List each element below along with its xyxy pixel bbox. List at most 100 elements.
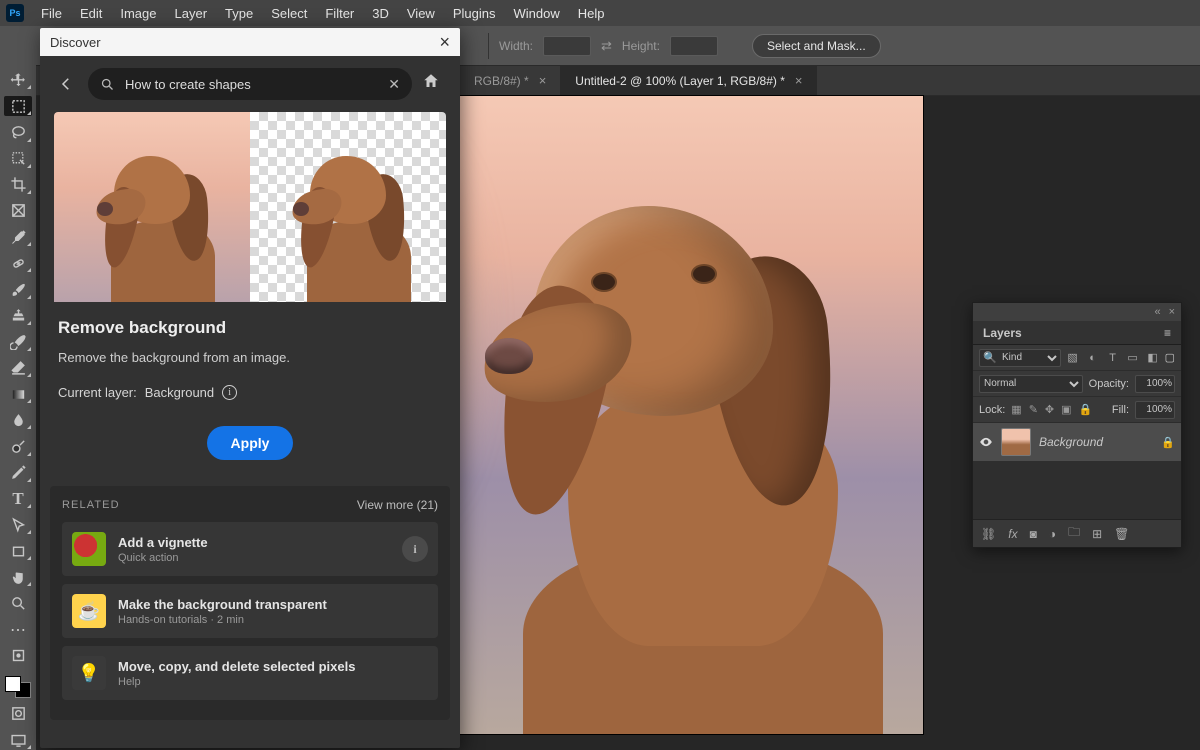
tool-edit-toolbar[interactable] <box>4 646 32 666</box>
layer-name[interactable]: Background <box>1039 435 1153 449</box>
tool-hand[interactable] <box>4 567 32 587</box>
menu-edit[interactable]: Edit <box>71 0 111 26</box>
tool-marquee[interactable] <box>4 96 32 116</box>
lock-artboard-icon[interactable]: ▣ <box>1061 403 1071 416</box>
clear-search-icon[interactable]: ✕ <box>388 76 400 93</box>
layer-row[interactable]: Background 🔒 <box>973 423 1181 461</box>
layer-filter-icons[interactable]: ▧ ◐ T ▭ ◧ <box>1067 352 1159 364</box>
visibility-icon[interactable] <box>979 435 993 449</box>
lock-icon[interactable]: 🔒 <box>1161 436 1175 449</box>
menu-help[interactable]: Help <box>569 0 614 26</box>
tool-pen[interactable] <box>4 463 32 483</box>
home-icon <box>422 72 440 90</box>
collapse-panel-icon[interactable]: « <box>1154 306 1160 318</box>
tool-gradient[interactable] <box>4 384 32 404</box>
tool-blur[interactable] <box>4 410 32 430</box>
menu-file[interactable]: File <box>32 0 71 26</box>
panel-menu-icon[interactable]: ≡ <box>1164 326 1171 340</box>
menu-view[interactable]: View <box>398 0 444 26</box>
lock-pixels-icon[interactable]: ▦ <box>1011 403 1021 416</box>
adjustment-layer-icon[interactable]: ◑ <box>1049 527 1056 541</box>
card-thumbnail <box>72 532 106 566</box>
tool-frame[interactable] <box>4 201 32 221</box>
menu-plugins[interactable]: Plugins <box>444 0 505 26</box>
lock-all-icon[interactable]: 🔒 <box>1079 403 1093 416</box>
filter-smart-icon[interactable]: ◧ <box>1147 352 1159 364</box>
filter-shape-icon[interactable]: ▭ <box>1127 352 1139 364</box>
tool-quick-mask[interactable] <box>4 704 32 724</box>
width-field[interactable] <box>543 36 591 56</box>
related-section: RELATED View more (21) Add a vignette Qu… <box>50 486 450 720</box>
search-field[interactable]: ✕ <box>88 68 412 100</box>
foreground-color-swatch[interactable] <box>5 676 21 692</box>
link-layers-icon[interactable]: ⛓ <box>981 527 996 541</box>
view-more-link[interactable]: View more (21) <box>357 498 438 512</box>
new-group-icon[interactable]: 🗀 <box>1068 523 1080 544</box>
layer-thumbnail[interactable] <box>1001 428 1031 456</box>
discover-home-button[interactable] <box>422 72 446 96</box>
lock-brush-icon[interactable]: ✎ <box>1029 403 1038 416</box>
tool-zoom[interactable] <box>4 593 32 613</box>
fill-field[interactable] <box>1135 401 1175 419</box>
document-tab[interactable]: Untitled-2 @ 100% (Layer 1, RGB/8#) * × <box>561 66 817 96</box>
layer-fx-icon[interactable]: fx <box>1008 527 1017 541</box>
height-field[interactable] <box>670 36 718 56</box>
close-tab-icon[interactable]: × <box>539 73 547 88</box>
related-card[interactable]: ☕ Make the background transparent Hands-… <box>62 584 438 638</box>
menu-image[interactable]: Image <box>111 0 165 26</box>
tool-eraser[interactable] <box>4 358 32 378</box>
tool-dodge[interactable] <box>4 436 32 456</box>
tool-move[interactable] <box>4 70 32 90</box>
menu-filter[interactable]: Filter <box>316 0 363 26</box>
search-input[interactable] <box>123 76 380 93</box>
close-icon[interactable]: × <box>439 32 450 53</box>
filter-adjust-icon[interactable]: ◐ <box>1087 352 1099 364</box>
swap-dimensions-icon[interactable]: ⇄ <box>601 38 612 54</box>
tool-eyedropper[interactable] <box>4 227 32 247</box>
select-and-mask-button[interactable]: Select and Mask... <box>752 34 881 58</box>
info-icon[interactable]: i <box>222 385 237 400</box>
discover-panel[interactable]: Discover × ✕ Remove background Remove th… <box>40 28 460 748</box>
quick-action-preview <box>54 112 446 302</box>
new-layer-icon[interactable]: ⊞ <box>1092 527 1102 541</box>
add-mask-icon[interactable]: ◙ <box>1030 527 1037 541</box>
color-swatches[interactable] <box>5 676 31 698</box>
close-panel-icon[interactable]: × <box>1169 306 1175 318</box>
close-tab-icon[interactable]: × <box>795 73 803 88</box>
tool-crop[interactable] <box>4 175 32 195</box>
menu-3d[interactable]: 3D <box>363 0 398 26</box>
tool-screen-mode[interactable] <box>4 730 32 750</box>
related-card[interactable]: 💡 Move, copy, and delete selected pixels… <box>62 646 438 700</box>
search-icon <box>100 77 115 92</box>
menu-layer[interactable]: Layer <box>166 0 217 26</box>
menu-select[interactable]: Select <box>262 0 316 26</box>
tool-brush[interactable] <box>4 279 32 299</box>
info-icon[interactable]: i <box>402 536 428 562</box>
filter-pixel-icon[interactable]: ▧ <box>1067 352 1079 364</box>
tool-type[interactable]: T <box>4 489 32 509</box>
tool-healing-brush[interactable] <box>4 253 32 273</box>
menu-type[interactable]: Type <box>216 0 262 26</box>
apply-button[interactable]: Apply <box>207 426 294 460</box>
layers-tab[interactable]: Layers ≡ <box>973 321 1181 345</box>
lock-position-icon[interactable]: ✥ <box>1045 403 1054 416</box>
filter-toggle-icon[interactable]: ▢ <box>1165 351 1175 364</box>
tool-quick-selection[interactable] <box>4 149 32 169</box>
delete-layer-icon[interactable]: 🗑 <box>1114 527 1129 541</box>
back-button[interactable] <box>54 72 78 96</box>
tool-rectangle[interactable] <box>4 541 32 561</box>
document-tab[interactable]: RGB/8#) * × <box>460 66 561 96</box>
tool-clone-stamp[interactable] <box>4 306 32 326</box>
layers-panel[interactable]: « × Layers ≡ 🔍 Kind ▧ ◐ T ▭ ◧ ▢ Normal O… <box>972 302 1182 548</box>
tool-history-brush[interactable] <box>4 332 32 352</box>
related-card[interactable]: Add a vignette Quick action i <box>62 522 438 576</box>
filter-type-icon[interactable]: T <box>1107 352 1119 364</box>
discover-titlebar[interactable]: Discover × <box>40 28 460 56</box>
blend-mode-select[interactable]: Normal <box>979 375 1083 393</box>
menu-window[interactable]: Window <box>504 0 568 26</box>
tool-lasso[interactable] <box>4 122 32 142</box>
tool-more[interactable]: ⋯ <box>4 620 32 640</box>
tool-path-selection[interactable] <box>4 515 32 535</box>
opacity-field[interactable] <box>1135 375 1175 393</box>
lock-label: Lock: <box>979 404 1005 416</box>
